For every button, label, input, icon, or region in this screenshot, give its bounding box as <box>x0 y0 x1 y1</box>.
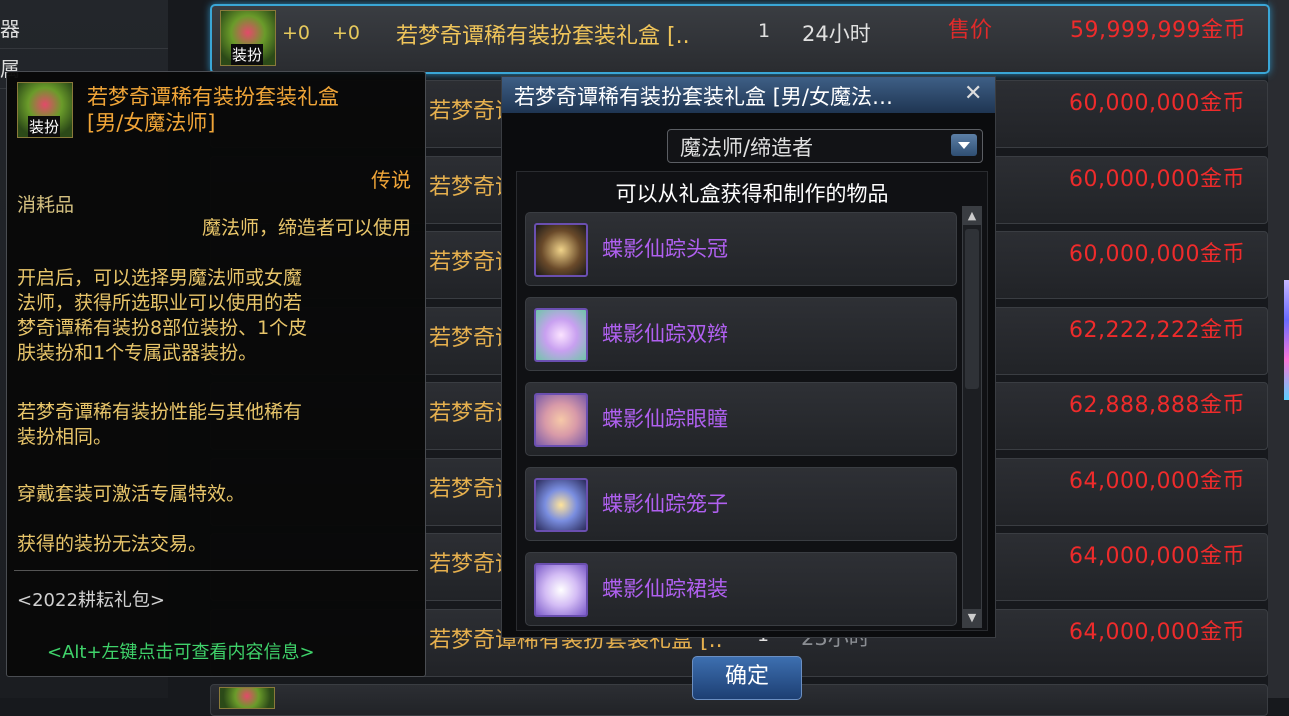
alt-click-hint: <Alt+左键点击可查看内容信息> <box>47 642 315 663</box>
source-label: <2022耕耘礼包> <box>17 590 165 611</box>
item-price: 62,222,222金币 <box>1069 318 1245 343</box>
list-item[interactable]: 蝶影仙踪双辫 <box>525 297 957 371</box>
item-label: 蝶影仙踪双辫 <box>602 322 728 346</box>
item-label: 蝶影仙踪笼子 <box>602 492 728 516</box>
job-select-dropdown[interactable]: 魔法师/缔造者 <box>667 129 983 163</box>
item-label: 蝶影仙踪裙装 <box>602 577 728 601</box>
item-price: 64,000,000金币 <box>1069 469 1245 494</box>
usable-by: 魔法师，缔造者可以使用 <box>201 217 411 239</box>
list-item[interactable]: 蝶影仙踪头冠 <box>525 212 957 286</box>
item-price: 60,000,000金币 <box>1069 242 1245 267</box>
rarity-label: 传说 <box>371 168 411 192</box>
list-scrollbar[interactable]: ▲ ▼ <box>962 206 982 628</box>
description-1: 开启后，可以选择男魔法师或女魔 法师，获得所选职业可以使用的若 梦奇谭稀有装扮8… <box>17 266 307 366</box>
desc-line: 开启后，可以选择男魔法师或女魔 <box>17 267 303 289</box>
desc-line: 若梦奇谭稀有装扮性能与其他稀有 <box>17 401 303 423</box>
desc-line: 法师，获得所选职业可以使用的若 <box>17 292 303 314</box>
list-header: 可以从礼盒获得和制作的物品 <box>615 182 889 206</box>
amplify-level: +0 <box>332 22 361 44</box>
item-price: 64,000,000金币 <box>1069 620 1245 645</box>
cage-icon <box>534 478 588 532</box>
item-time: 24小时 <box>802 22 871 46</box>
dialog-title: 若梦奇谭稀有装扮套装礼盒 [男/女魔法… <box>514 85 893 109</box>
hair-icon <box>534 308 588 362</box>
eyes-icon <box>534 393 588 447</box>
category-item[interactable]: 器 <box>0 10 168 49</box>
item-price: 62,888,888金币 <box>1069 393 1245 418</box>
confirm-button[interactable]: 确定 <box>692 656 802 700</box>
description-4: 获得的装扮无法交易。 <box>17 533 208 555</box>
list-item[interactable]: 蝶影仙踪笼子 <box>525 467 957 541</box>
item-price: 60,000,000金币 <box>1069 91 1245 116</box>
scroll-up-icon[interactable]: ▲ <box>963 207 981 225</box>
item-icon: 装扮 <box>17 82 73 138</box>
item-price: 59,999,999金币 <box>1070 18 1246 43</box>
item-label: 蝶影仙踪眼瞳 <box>602 407 728 431</box>
description-2: 若梦奇谭稀有装扮性能与其他稀有 装扮相同。 <box>17 400 302 450</box>
desc-line: 装扮相同。 <box>17 426 113 448</box>
item-price: 60,000,000金币 <box>1069 167 1245 192</box>
contents-list: 可以从礼盒获得和制作的物品 蝶影仙踪头冠 蝶影仙踪双辫 蝶影仙踪眼瞳 蝶影仙踪笼… <box>516 171 988 631</box>
divider <box>14 570 418 571</box>
description-3: 穿戴套装可激活专属特效。 <box>17 483 246 505</box>
dress-icon <box>534 563 588 617</box>
job-select-value: 魔法师/缔造者 <box>680 136 814 160</box>
scroll-thumb[interactable] <box>965 229 979 389</box>
item-tooltip: 装扮 若梦奇谭稀有装扮套装礼盒 [男/女魔法师] 传说 消耗品 魔法师，缔造者可… <box>6 71 426 677</box>
desc-line: 梦奇谭稀有装扮8部位装扮、1个皮 <box>17 317 308 339</box>
item-qty: 1 <box>758 20 771 42</box>
list-item[interactable]: 蝶影仙踪裙装 <box>525 552 957 626</box>
desc-line: 肤装扮和1个专属武器装扮。 <box>17 342 258 364</box>
headwear-icon <box>534 223 588 277</box>
decor-strip <box>1284 280 1289 400</box>
item-name: 若梦奇谭稀有装扮套装礼盒 [.. <box>396 24 690 49</box>
icon-tag: 装扮 <box>28 116 61 137</box>
close-icon[interactable]: ✕ <box>964 81 982 106</box>
price-label: 售价 <box>948 18 993 43</box>
enhance-level: +0 <box>282 22 311 44</box>
tooltip-title-sub: [男/女魔法师] <box>87 111 216 135</box>
tooltip-title: 若梦奇谭稀有装扮套装礼盒 <box>87 85 339 109</box>
item-price: 64,000,000金币 <box>1069 544 1245 569</box>
icon-tag: 装扮 <box>231 44 264 65</box>
item-label: 蝶影仙踪头冠 <box>602 237 728 261</box>
scroll-down-icon[interactable]: ▼ <box>963 609 981 627</box>
auction-row-selected[interactable]: 装扮 +0 +0 若梦奇谭稀有装扮套装礼盒 [.. 1 24小时 售价 59,9… <box>210 4 1270 74</box>
dialog-header: 若梦奇谭稀有装扮套装礼盒 [男/女魔法… ✕ <box>502 77 995 113</box>
item-icon <box>219 687 275 709</box>
list-item[interactable]: 蝶影仙踪眼瞳 <box>525 382 957 456</box>
item-type: 消耗品 <box>17 194 75 216</box>
chevron-down-icon[interactable] <box>951 134 977 156</box>
gift-box-contents-dialog: 若梦奇谭稀有装扮套装礼盒 [男/女魔法… ✕ 魔法师/缔造者 可以从礼盒获得和制… <box>501 76 996 638</box>
item-icon: 装扮 <box>220 10 276 66</box>
